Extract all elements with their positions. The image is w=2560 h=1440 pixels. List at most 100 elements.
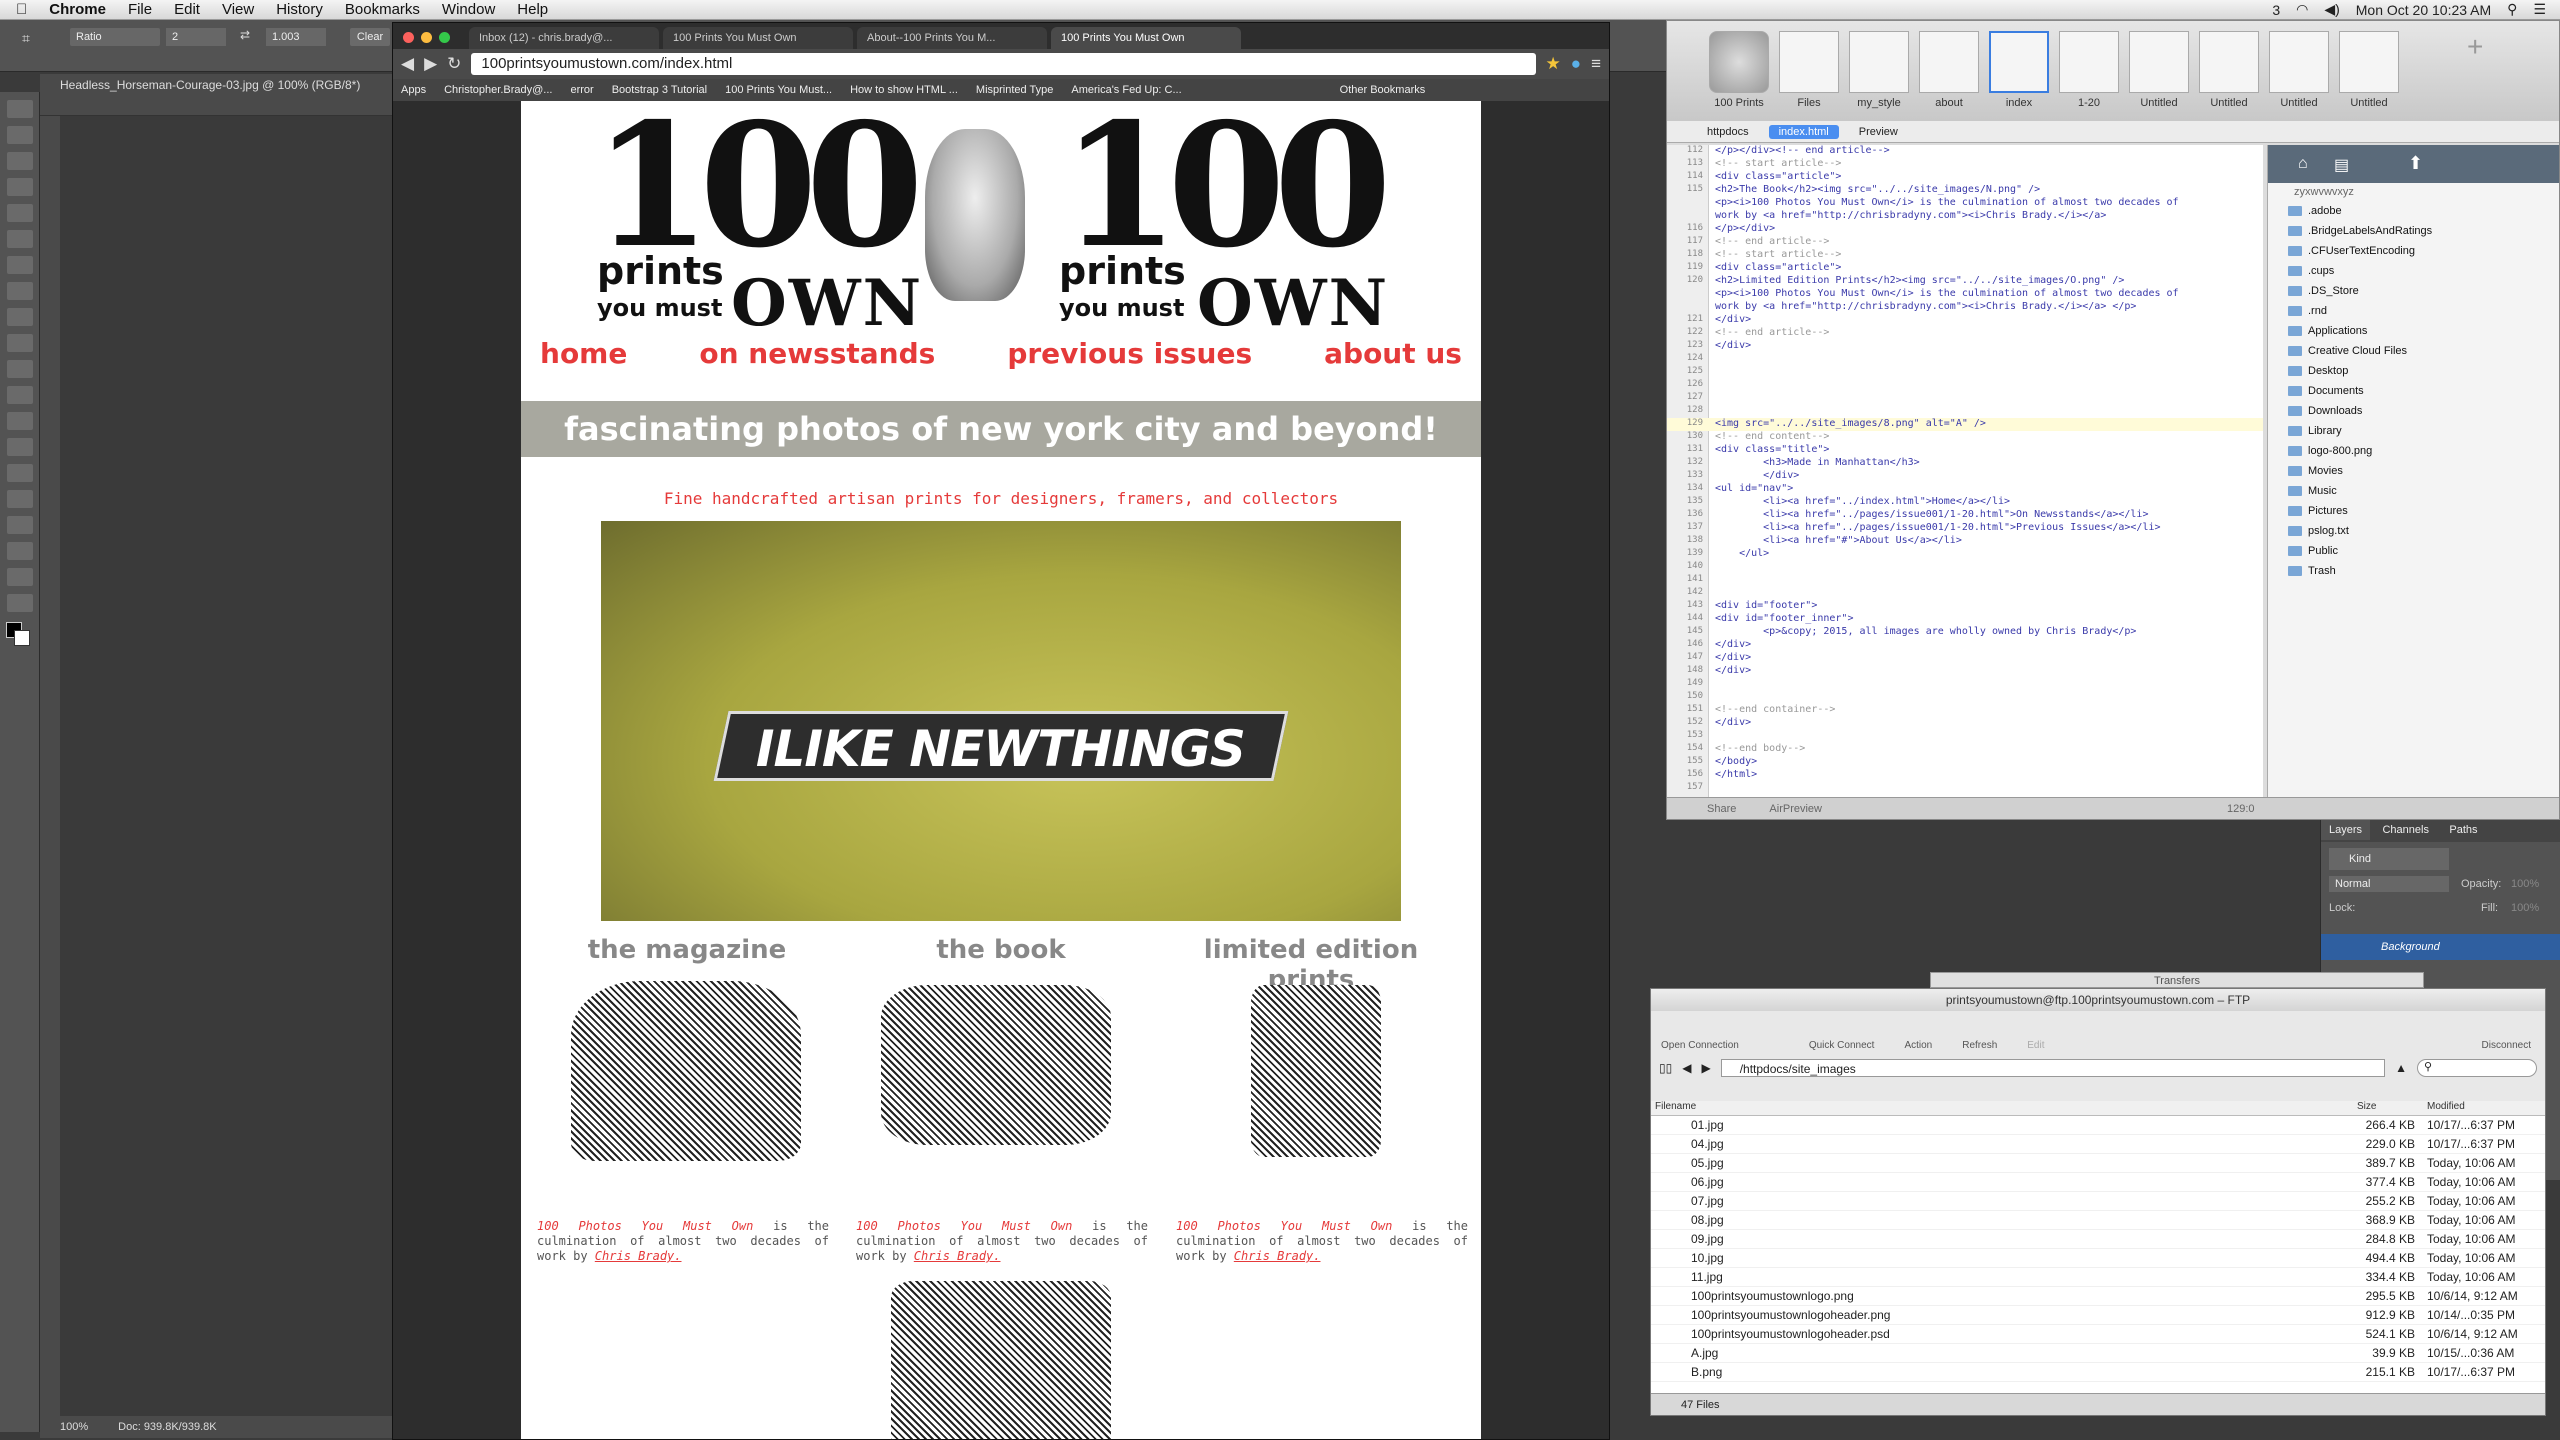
forward-icon[interactable]: ▶ — [424, 54, 437, 74]
code-line[interactable]: <!--end body--> — [1667, 743, 2263, 756]
ftp-file-row[interactable]: 08.jpg 368.9 KB Today, 10:06 AM — [1651, 1211, 2545, 1230]
type-tool-icon[interactable] — [7, 490, 33, 508]
chrome-menu-icon[interactable]: ≡ — [1591, 54, 1601, 74]
pen-tool-icon[interactable] — [7, 464, 33, 482]
bookmark-star-icon[interactable]: ★ — [1546, 54, 1561, 74]
ftp-file-row[interactable]: 100printsyoumustownlogoheader.png 912.9 K… — [1651, 1306, 2545, 1325]
minimize-window-button[interactable] — [421, 32, 432, 43]
file-list-item[interactable]: Trash — [2268, 561, 2559, 581]
file-list-item[interactable]: .CFUserTextEncoding — [2268, 241, 2559, 261]
history-brush-tool-icon[interactable] — [7, 334, 33, 352]
lasso-tool-icon[interactable] — [7, 152, 33, 170]
file-list-item[interactable]: Applications — [2268, 321, 2559, 341]
code-line[interactable]: <!--end container--> — [1667, 704, 2263, 717]
ftp-file-row[interactable]: 10.jpg 494.4 KB Today, 10:06 AM — [1651, 1249, 2545, 1268]
menu-edit[interactable]: Edit — [174, 1, 200, 18]
book-title-link[interactable]: 100 Photos You Must Own — [537, 1219, 753, 1233]
dodge-tool-icon[interactable] — [7, 438, 33, 456]
code-line[interactable]: </div> — [1667, 340, 2263, 353]
airpreview-button[interactable]: AirPreview — [1769, 803, 1822, 815]
crop-height-input[interactable]: 1.003 — [266, 28, 326, 46]
code-line[interactable] — [1667, 366, 2263, 379]
bookmark-7[interactable]: America's Fed Up: C... — [1071, 84, 1181, 96]
ftp-file-row[interactable]: 100printsyoumustownlogo.png 295.5 KB 10/6/… — [1651, 1287, 2545, 1306]
code-line[interactable]: <p>&copy; 2015, all images are wholly ow… — [1667, 626, 2263, 639]
bookmarks-icon[interactable]: ▯▯ — [1659, 1061, 1672, 1075]
tab-channels[interactable]: Channels — [2374, 820, 2436, 840]
browser-tab-active[interactable]: 100 Prints You Must Own — [1051, 27, 1241, 49]
move-tool-icon[interactable] — [7, 100, 33, 118]
book-title-link[interactable]: 100 Photos You Must Own — [1176, 1219, 1392, 1233]
bookmark-1[interactable]: Christopher.Brady@... — [444, 84, 552, 96]
menu-app-name[interactable]: Chrome — [49, 1, 106, 18]
browser-tab-inbox[interactable]: Inbox (12) - chris.brady@... — [469, 27, 659, 49]
ftp-search-icon[interactable]: ⚲ — [2417, 1059, 2537, 1077]
open-connection-button[interactable]: Open Connection — [1661, 1040, 1739, 1051]
code-line[interactable]: <div id="footer"> — [1667, 600, 2263, 613]
quick-connect-field[interactable]: Quick Connect — [1809, 1040, 1875, 1051]
up-directory-icon[interactable]: ▲ — [2395, 1061, 2407, 1075]
shape-tool-icon[interactable] — [7, 542, 33, 560]
nav-about-us[interactable]: about us — [1324, 337, 1462, 370]
edit-button[interactable]: Edit — [2027, 1040, 2044, 1051]
background-color-swatch[interactable] — [14, 630, 30, 646]
file-list-item[interactable]: .BridgeLabelsAndRatings — [2268, 221, 2559, 241]
action-button[interactable]: Action — [1904, 1040, 1932, 1051]
code-line[interactable] — [1667, 405, 2263, 418]
site-tab-untitled-3[interactable]: Untitled — [2267, 31, 2331, 121]
code-line[interactable]: work by <a href="http://chrisbradyny.com… — [1667, 210, 2263, 223]
code-line[interactable] — [1667, 691, 2263, 704]
home-icon[interactable]: ⌂ — [2298, 155, 2308, 173]
apple-icon[interactable]:  — [16, 1, 27, 18]
code-line[interactable]: </div> — [1667, 717, 2263, 730]
book-title-link[interactable]: 100 Photos You Must Own — [856, 1219, 1072, 1233]
ftp-file-row[interactable]: 09.jpg 284.8 KB Today, 10:06 AM — [1651, 1230, 2545, 1249]
transfers-window-title[interactable]: Transfers — [1930, 972, 2424, 988]
code-line[interactable] — [1667, 587, 2263, 600]
eyedropper-tool-icon[interactable] — [7, 230, 33, 248]
back-icon[interactable]: ◀ — [401, 54, 414, 74]
code-line[interactable] — [1667, 353, 2263, 366]
refresh-button[interactable]: Refresh — [1962, 1040, 1997, 1051]
ftp-file-row[interactable]: 11.jpg 334.4 KB Today, 10:06 AM — [1651, 1268, 2545, 1287]
disconnect-button[interactable]: Disconnect — [2482, 1040, 2531, 1051]
zoom-window-button[interactable] — [439, 32, 450, 43]
code-line[interactable] — [1667, 678, 2263, 691]
blend-mode-select[interactable]: Normal — [2329, 876, 2449, 892]
opacity-input[interactable]: 100% — [2511, 878, 2539, 890]
code-line[interactable]: <li><a href="../pages/issue001/1-20.html… — [1667, 522, 2263, 535]
code-line[interactable]: <li><a href="#">About Us</a></li> — [1667, 535, 2263, 548]
site-tab-100prints[interactable]: 100 Prints — [1707, 31, 1771, 121]
file-list-item[interactable]: .rnd — [2268, 301, 2559, 321]
nav-home[interactable]: home — [540, 337, 627, 370]
files-icon[interactable]: ▤ — [2334, 155, 2349, 175]
site-tab-about[interactable]: about — [1917, 31, 1981, 121]
code-line[interactable]: </ul> — [1667, 548, 2263, 561]
volume-icon[interactable]: ◀) — [2324, 1, 2339, 18]
other-bookmarks[interactable]: Other Bookmarks — [1340, 84, 1426, 96]
site-tab-my-style[interactable]: my_style — [1847, 31, 1911, 121]
ftp-path-select[interactable]: /httpdocs/site_images — [1720, 1059, 2386, 1077]
site-tab-files[interactable]: Files — [1777, 31, 1841, 121]
menu-file[interactable]: File — [128, 1, 152, 18]
code-line[interactable]: <img src="../../site_images/8.png" alt="… — [1667, 418, 2263, 431]
code-line[interactable]: <div class="article"> — [1667, 262, 2263, 275]
crop-tool-icon[interactable]: ⌗ — [22, 30, 30, 47]
column-title-book[interactable]: the book — [851, 935, 1151, 965]
extension-icon[interactable]: ● — [1571, 54, 1581, 74]
code-line[interactable]: <!-- end content--> — [1667, 431, 2263, 444]
code-line[interactable]: <div class="title"> — [1667, 444, 2263, 457]
ftp-file-row[interactable]: 100printsyoumustownlogoheader.psd 524.1 K… — [1651, 1325, 2545, 1344]
code-line[interactable]: <!-- start article--> — [1667, 158, 2263, 171]
nav-forward-icon[interactable]: ▶ — [1701, 1061, 1710, 1075]
code-line[interactable]: <h2>Limited Edition Prints</h2><img src=… — [1667, 275, 2263, 288]
code-line[interactable]: <!-- end article--> — [1667, 236, 2263, 249]
close-window-button[interactable] — [403, 32, 414, 43]
ftp-file-row[interactable]: 06.jpg 377.4 KB Today, 10:06 AM — [1651, 1173, 2545, 1192]
menu-view[interactable]: View — [222, 1, 254, 18]
layer-row-background[interactable]: Background — [2321, 934, 2560, 960]
zoom-level[interactable]: 100% — [60, 1416, 88, 1438]
nav-previous-issues[interactable]: previous issues — [1007, 337, 1252, 370]
crop-clear-button[interactable]: Clear — [350, 28, 390, 46]
code-line[interactable]: </div> — [1667, 665, 2263, 678]
